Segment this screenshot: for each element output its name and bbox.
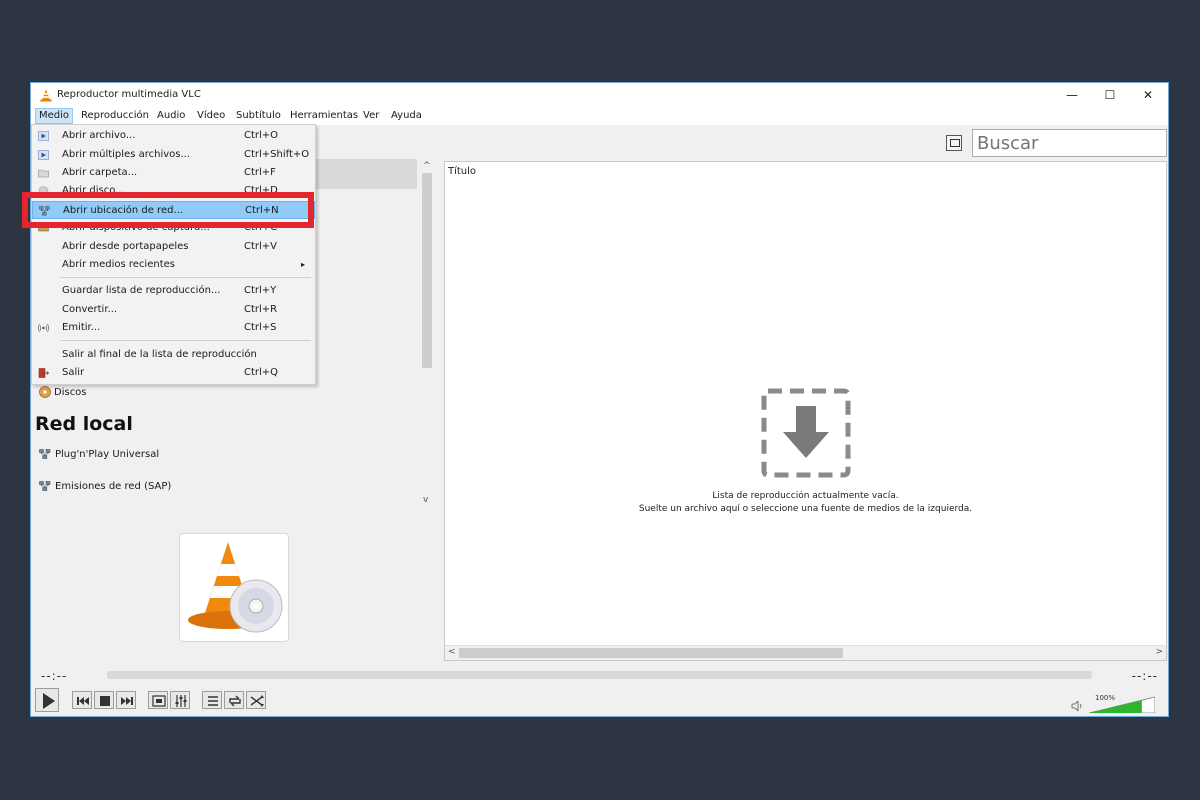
folder-icon — [38, 169, 49, 178]
menu-media[interactable]: Medio — [35, 108, 74, 124]
fullscreen-icon — [152, 695, 166, 707]
scroll-right-icon[interactable]: > — [1155, 647, 1163, 657]
elapsed-time: --:-- — [41, 669, 68, 683]
previous-button[interactable] — [72, 691, 92, 709]
next-icon — [121, 697, 133, 705]
total-time: --:-- — [1131, 669, 1158, 683]
submenu-arrow-icon: ▸ — [300, 260, 305, 269]
volume-slider[interactable] — [1089, 695, 1155, 713]
menu-item-open-file[interactable]: Abrir archivo... Ctrl+O — [32, 127, 315, 145]
exit-icon — [38, 368, 49, 378]
vlc-cone-icon — [40, 89, 52, 102]
disc-icon — [39, 386, 51, 398]
equalizer-icon — [175, 695, 187, 707]
vlc-cone-disc-icon — [188, 542, 283, 633]
menu-playback[interactable]: Reproducción — [78, 109, 152, 123]
menu-tools[interactable]: Herramientas — [287, 109, 361, 123]
menu-item-open-multiple[interactable]: Abrir múltiples archivos... Ctrl+Shift+O — [32, 146, 315, 164]
fullscreen-button[interactable] — [148, 691, 168, 709]
empty-playlist-hint: Suelte un archivo aquí o seleccione una … — [638, 504, 973, 514]
local-network-heading: Red local — [35, 413, 133, 435]
playlist-icon — [208, 696, 218, 706]
stream-icon — [38, 323, 49, 333]
empty-playlist-message: Lista de reproducción actualmente vacía. — [712, 491, 899, 501]
scrollbar-thumb[interactable] — [422, 173, 432, 368]
menu-video[interactable]: Vídeo — [194, 109, 228, 123]
stop-icon — [100, 696, 110, 706]
loop-icon — [229, 695, 241, 707]
stop-button[interactable] — [94, 691, 114, 709]
sidebar-item-discs[interactable]: Discos — [39, 386, 87, 398]
volume-speaker-icon[interactable] — [1071, 701, 1083, 711]
play-file-icon — [38, 131, 49, 141]
menu-item-open-clipboard[interactable]: Abrir desde portapapeles Ctrl+V — [32, 238, 315, 256]
network-icon — [39, 481, 51, 491]
sidebar-scrollbar[interactable]: ^ v — [421, 161, 433, 506]
playlist-toggle-button[interactable] — [202, 691, 222, 709]
menu-bar: Medio Reproducción Audio Vídeo Subtítulo… — [31, 107, 1168, 125]
title-bar: Reproductor multimedia VLC — ☐ ✕ — [31, 83, 1168, 107]
media-menu-dropdown: Abrir archivo... Ctrl+O Abrir múltiples … — [31, 124, 316, 385]
menu-audio[interactable]: Audio — [154, 109, 188, 123]
menu-item-recent-media[interactable]: Abrir medios recientes ▸ — [32, 256, 315, 274]
menu-view[interactable]: Ver — [360, 109, 382, 123]
network-icon — [39, 449, 51, 459]
menu-item-open-folder[interactable]: Abrir carpeta... Ctrl+F — [32, 164, 315, 182]
playlist-panel[interactable]: Título Lista de reproducción actualmente… — [444, 161, 1167, 661]
playlist-view-button[interactable] — [946, 135, 962, 151]
scrollbar-thumb[interactable] — [459, 648, 843, 658]
play-icon — [43, 693, 55, 709]
sidebar-item-upnp[interactable]: Plug'n'Play Universal — [39, 449, 159, 460]
previous-icon — [77, 697, 89, 705]
window-title: Reproductor multimedia VLC — [57, 89, 201, 100]
play-file-icon — [38, 150, 49, 160]
scroll-up-icon[interactable]: ^ — [423, 161, 431, 171]
menu-help[interactable]: Ayuda — [388, 109, 425, 123]
column-header-title[interactable]: Título — [448, 166, 476, 177]
play-button[interactable] — [35, 688, 59, 712]
shuffle-icon — [250, 695, 264, 707]
menu-subtitle[interactable]: Subtítulo — [233, 109, 284, 123]
playlist-hscrollbar[interactable]: < > — [445, 645, 1166, 660]
menu-item-save-playlist[interactable]: Guardar lista de reproducción... Ctrl+Y — [32, 282, 315, 300]
menu-item-stream[interactable]: Emitir... Ctrl+S — [32, 319, 315, 337]
seek-slider[interactable] — [107, 671, 1092, 679]
menu-item-convert[interactable]: Convertir... Ctrl+R — [32, 301, 315, 319]
menu-item-quit[interactable]: Salir Ctrl+Q — [32, 364, 315, 382]
menu-separator — [60, 277, 311, 278]
sidebar-item-sap[interactable]: Emisiones de red (SAP) — [39, 481, 171, 492]
sidebar-item-label: Discos — [54, 387, 87, 398]
menu-separator — [60, 340, 311, 341]
maximize-button[interactable]: ☐ — [1091, 83, 1129, 107]
sidebar-item-label: Emisiones de red (SAP) — [55, 481, 172, 492]
close-button[interactable]: ✕ — [1129, 83, 1167, 107]
sidebar-item-label: Plug'n'Play Universal — [55, 449, 160, 460]
minimize-button[interactable]: — — [1053, 83, 1091, 107]
album-art — [179, 533, 289, 642]
search-input[interactable] — [972, 129, 1167, 157]
highlight-annotation-box — [22, 192, 314, 228]
shuffle-button[interactable] — [246, 691, 266, 709]
extended-settings-button[interactable] — [170, 691, 190, 709]
scroll-left-icon[interactable]: < — [448, 647, 456, 657]
scroll-down-icon[interactable]: v — [423, 495, 428, 505]
next-button[interactable] — [116, 691, 136, 709]
loop-button[interactable] — [224, 691, 244, 709]
drop-download-icon — [761, 388, 851, 478]
menu-item-quit-end[interactable]: Salir al final de la lista de reproducci… — [32, 346, 315, 364]
